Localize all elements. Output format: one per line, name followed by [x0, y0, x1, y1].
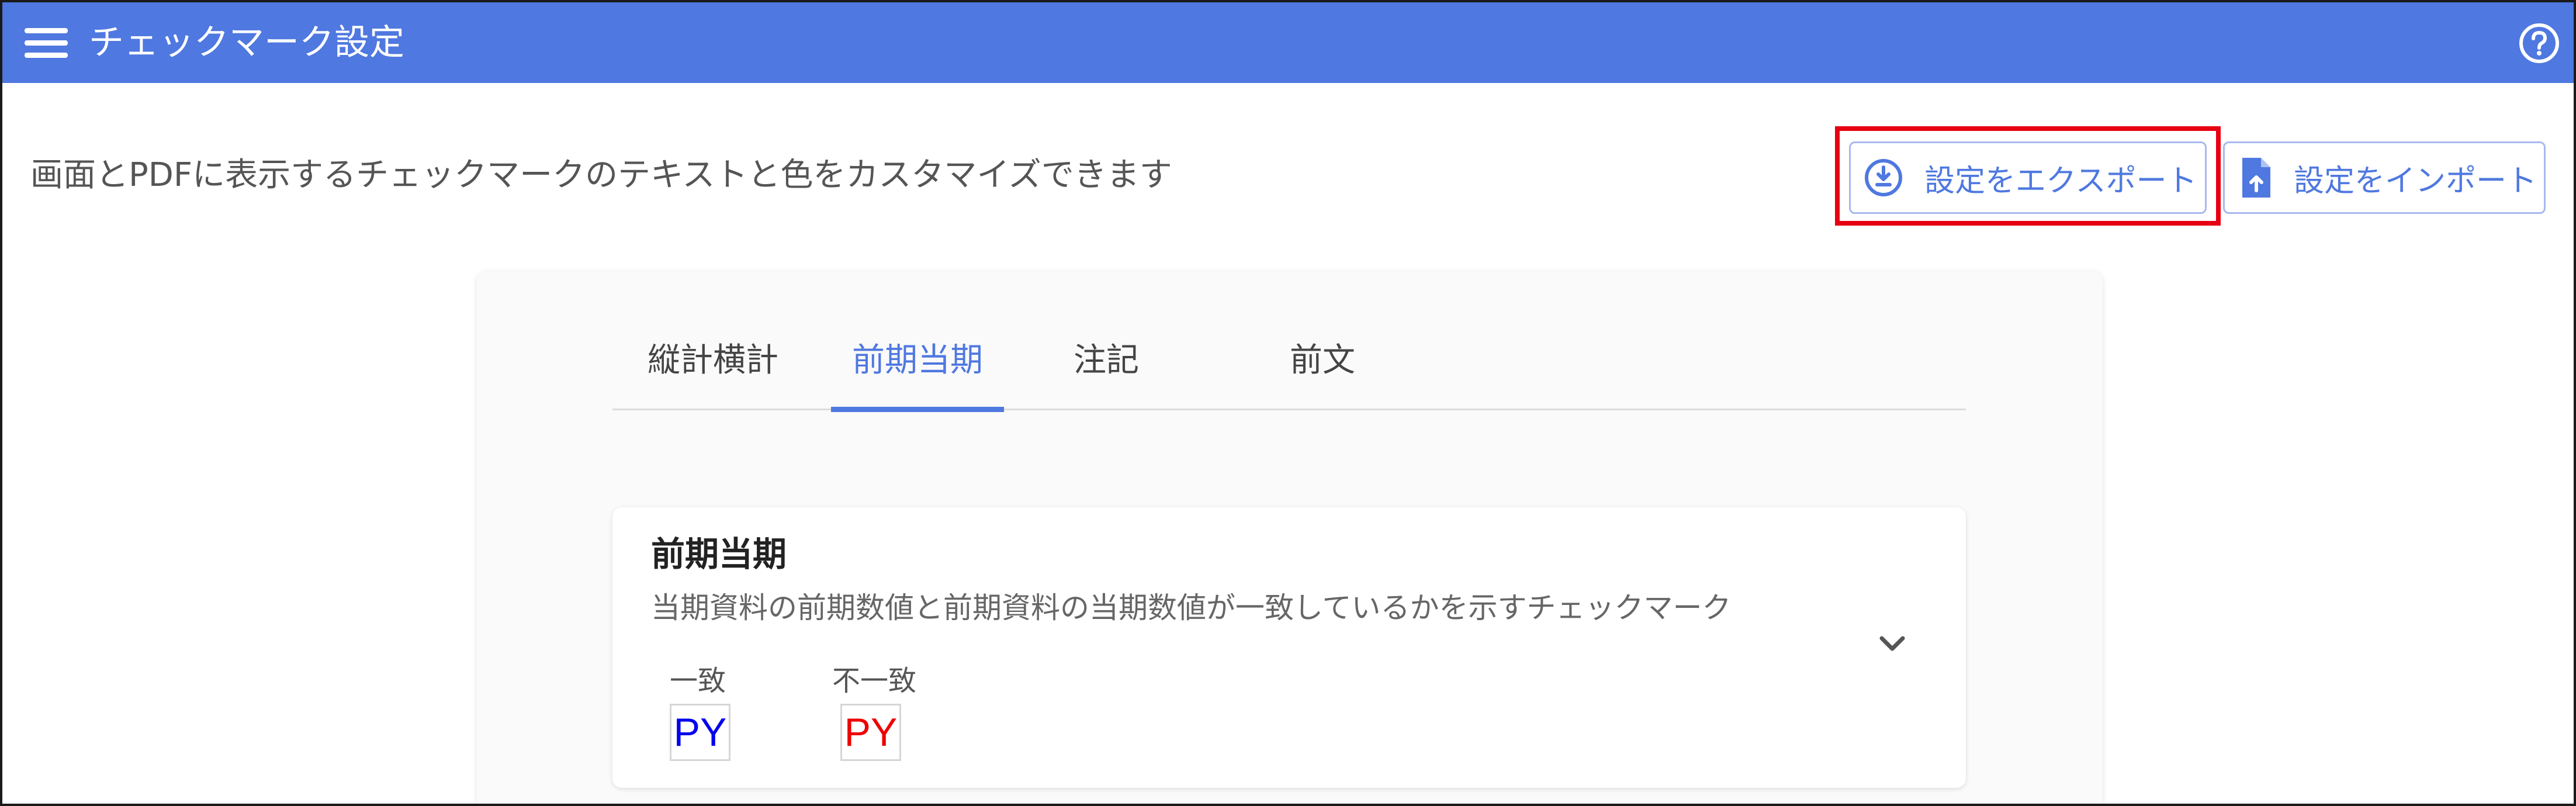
page-title: チェックマーク設定	[89, 22, 404, 63]
page-description: 画面とPDFに表示するチェックマークのテキストと色をカスタマイズできます	[30, 156, 1172, 194]
app-window: チェックマーク設定 画面とPDFに表示するチェックマークのテキストと色をカスタマ…	[0, 0, 2576, 806]
export-settings-label: 設定をエクスポート	[1924, 163, 2197, 199]
file-upload-icon	[2242, 158, 2270, 198]
help-circle-icon[interactable]	[2518, 22, 2561, 65]
match-mark-label: 一致	[670, 665, 726, 697]
match-mark-preview[interactable]: PY	[670, 704, 730, 761]
chevron-down-icon[interactable]	[1871, 622, 1913, 664]
mismatch-mark-label: 不一致	[832, 665, 917, 697]
import-settings-button[interactable]: 設定をインポート	[2223, 141, 2546, 214]
import-settings-label: 設定をインポート	[2294, 163, 2537, 199]
tab-previous-current-period[interactable]: 前期当期	[831, 323, 1004, 412]
panel-title: 前期当期	[651, 534, 787, 574]
download-circle-icon	[1865, 159, 1902, 196]
panel-description: 当期資料の前期数値と前期資料の当期数値が一致しているかを示すチェックマーク	[651, 591, 1732, 625]
export-settings-button[interactable]: 設定をエクスポート	[1849, 141, 2207, 214]
mismatch-mark-group: 不一致 PY	[832, 660, 916, 761]
tab-vertical-horizontal-total[interactable]: 縦計横計	[645, 323, 781, 410]
tab-bar: 縦計横計 前期当期 注記 前文	[612, 323, 1966, 412]
check-mark-panel: 前期当期 当期資料の前期数値と前期資料の当期数値が一致しているかを示すチェックマ…	[612, 507, 1966, 788]
hamburger-menu-icon[interactable]	[22, 25, 70, 61]
app-bar: チェックマーク設定	[2, 2, 2574, 83]
tab-preamble[interactable]: 前文	[1273, 323, 1372, 410]
mismatch-mark-preview[interactable]: PY	[840, 704, 901, 761]
match-mark-group: 一致 PY	[670, 660, 730, 761]
tab-notes[interactable]: 注記	[1057, 323, 1156, 410]
